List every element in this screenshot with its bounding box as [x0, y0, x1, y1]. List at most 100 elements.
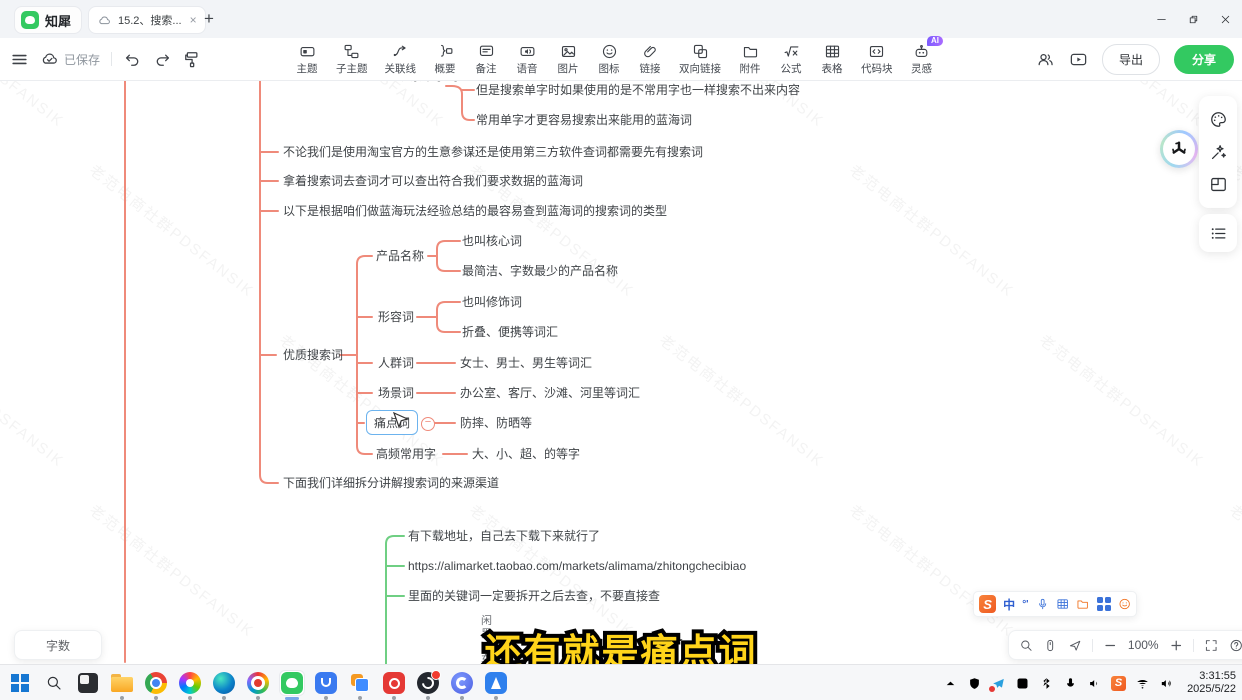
- node-need-search-words[interactable]: 不论我们是使用淘宝官方的生意参谋还是使用第三方软件查词都需要先有搜索词: [283, 144, 703, 160]
- node-single-char-warn[interactable]: 但是搜索单字时如果使用的是不常用字也一样搜索不出来内容: [476, 82, 800, 98]
- ime-language-toggle[interactable]: 中: [1003, 596, 1015, 613]
- node-high-freq[interactable]: 高频常用字: [376, 446, 436, 462]
- restore-button[interactable]: [1176, 0, 1210, 38]
- node-types-intro[interactable]: 以下是根据咱们做蓝海玩法经验总结的最容易查到蓝海词的搜索词的类型: [283, 203, 667, 219]
- tray-microphone-icon[interactable]: [1063, 676, 1078, 691]
- toolbar-item-attachment[interactable]: 附件: [738, 43, 762, 76]
- toolbar-item-inspiration[interactable]: AI灵感: [910, 43, 934, 76]
- node-high-freq-examples[interactable]: 大、小、超、的等字: [472, 446, 580, 462]
- node-crowd-examples[interactable]: 女士、男士、男生等词汇: [460, 355, 592, 371]
- taskbar-clock[interactable]: 3:31:55 2025/5/22: [1187, 670, 1236, 696]
- zoom-level[interactable]: 100%: [1128, 638, 1159, 652]
- node-product-name[interactable]: 产品名称: [376, 248, 424, 264]
- share-button[interactable]: 分享: [1174, 45, 1234, 74]
- magic-wand-icon[interactable]: [1209, 143, 1228, 162]
- undo-icon[interactable]: [123, 50, 142, 69]
- taskbar-app-c[interactable]: [450, 671, 474, 695]
- taskbar-zhixi-active[interactable]: [280, 671, 304, 695]
- canvas-search-icon[interactable]: [1019, 638, 1033, 653]
- zoom-out-icon[interactable]: [1103, 638, 1117, 653]
- node-shortest-name[interactable]: 最简洁、字数最少的产品名称: [462, 263, 618, 279]
- help-icon[interactable]: [1229, 638, 1242, 653]
- taskbar-edge[interactable]: [212, 671, 236, 695]
- taskbar-docs-app[interactable]: [348, 671, 372, 695]
- ai-assistant-button[interactable]: [1160, 130, 1198, 168]
- taskbar-browser-2[interactable]: [178, 671, 202, 695]
- toolbar-item-link[interactable]: 链接: [638, 43, 662, 76]
- node-download-addr[interactable]: 有下载地址，自己去下载下来就行了: [408, 528, 600, 544]
- brand-tab[interactable]: 知犀: [14, 6, 82, 34]
- ime-skin-icon[interactable]: [1076, 597, 1089, 611]
- menu-icon[interactable]: [10, 50, 29, 69]
- tray-audio-device-icon[interactable]: [1087, 676, 1102, 691]
- collapse-button[interactable]: −: [421, 417, 435, 431]
- theme-palette-icon[interactable]: [1209, 110, 1228, 129]
- minimize-button[interactable]: [1144, 0, 1178, 38]
- taskbar-file-explorer[interactable]: [110, 671, 134, 695]
- node-scene-examples[interactable]: 办公室、客厅、沙滩、河里等词汇: [460, 385, 640, 401]
- taskbar-obs[interactable]: [416, 671, 440, 695]
- taskbar-app-u[interactable]: [314, 671, 338, 695]
- ime-emoji-icon[interactable]: [1118, 597, 1131, 611]
- taskbar-search-button[interactable]: [42, 671, 66, 695]
- tray-sync-app-icon[interactable]: [1015, 676, 1030, 691]
- node-modifier-word[interactable]: 也叫修饰词: [462, 294, 522, 310]
- tray-bluetooth-icon[interactable]: [1039, 676, 1054, 691]
- ime-punctuation-toggle[interactable]: °': [1022, 599, 1028, 610]
- ime-keyboard-icon[interactable]: [1056, 597, 1069, 611]
- node-crowd-word[interactable]: 人群词: [378, 355, 414, 371]
- tray-telegram-icon[interactable]: [991, 676, 1006, 691]
- toolbar-item-voice[interactable]: 语音: [515, 43, 539, 76]
- taskbar-app-t[interactable]: [484, 671, 508, 695]
- layout-icon[interactable]: [1209, 175, 1228, 194]
- node-download-url[interactable]: https://alimarket.taobao.com/markets/ali…: [408, 558, 746, 574]
- node-split-keywords[interactable]: 里面的关键词一定要拆开之后去查，不要直接查: [408, 588, 660, 604]
- redo-icon[interactable]: [153, 50, 172, 69]
- mouse-mode-icon[interactable]: [1043, 638, 1057, 653]
- node-single-char-common[interactable]: 常用单字才更容易搜索出来能用的蓝海词: [476, 112, 692, 128]
- toolbar-item-code-block[interactable]: 代码块: [861, 43, 893, 76]
- node-scene-word[interactable]: 场景词: [378, 385, 414, 401]
- node-adjective[interactable]: 形容词: [378, 309, 414, 325]
- document-tab[interactable]: 15.2、搜索... ×: [88, 6, 206, 34]
- tray-sogou-icon[interactable]: S: [1111, 676, 1126, 691]
- toolbar-item-subtopic[interactable]: 子主题: [336, 43, 368, 76]
- node-quality-words[interactable]: 优质搜索词: [283, 347, 343, 363]
- collaborate-icon[interactable]: [1036, 50, 1055, 69]
- fullscreen-icon[interactable]: [1204, 638, 1218, 653]
- toolbar-item-bi-link[interactable]: 双向链接: [679, 43, 721, 76]
- toolbar-item-sticker[interactable]: 图标: [597, 43, 621, 76]
- taskbar-app-o[interactable]: [382, 671, 406, 695]
- format-painter-icon[interactable]: [183, 50, 202, 69]
- new-tab-button[interactable]: +: [198, 8, 220, 30]
- node-use-words-query[interactable]: 拿着搜索词去查词才可以查出符合我们要求数据的蓝海词: [283, 173, 583, 189]
- tray-volume-icon[interactable]: [1159, 676, 1174, 691]
- toolbar-item-topic[interactable]: 主题: [295, 43, 319, 76]
- node-source-intro[interactable]: 下面我们详细拆分讲解搜索词的来源渠道: [283, 475, 499, 491]
- word-count-pill[interactable]: 字数: [14, 630, 102, 660]
- start-button[interactable]: [8, 671, 32, 695]
- tray-expand-icon[interactable]: [943, 676, 958, 691]
- toolbar-item-relation-line[interactable]: 关联线: [385, 43, 417, 76]
- taskbar-chrome[interactable]: [144, 671, 168, 695]
- node-pain-examples[interactable]: 防摔、防晒等: [460, 415, 532, 431]
- node-core-word[interactable]: 也叫核心词: [462, 233, 522, 249]
- node-fold-portable[interactable]: 折叠、便携等词汇: [462, 324, 558, 340]
- locate-icon[interactable]: [1068, 638, 1082, 653]
- zoom-in-icon[interactable]: [1169, 638, 1183, 653]
- close-button[interactable]: [1208, 0, 1242, 38]
- toolbar-item-note[interactable]: 备注: [474, 43, 498, 76]
- sogou-logo-icon[interactable]: S: [979, 595, 996, 613]
- outline-icon[interactable]: [1209, 224, 1228, 243]
- tab-close-icon[interactable]: ×: [190, 13, 197, 27]
- tray-security-icon[interactable]: [967, 676, 982, 691]
- taskbar-snip-app[interactable]: [76, 671, 100, 695]
- toolbar-item-table[interactable]: 表格: [820, 43, 844, 76]
- toolbar-item-image[interactable]: 图片: [556, 43, 580, 76]
- tray-wifi-icon[interactable]: [1135, 676, 1150, 691]
- ime-mic-icon[interactable]: [1036, 597, 1049, 611]
- mindmap-canvas[interactable]: 老范电商社群PDSFANSIK老范电商社群PDSFANSIK老范电商社群PDSF…: [0, 80, 1242, 664]
- ime-toolbox-icon[interactable]: [1097, 597, 1111, 611]
- toolbar-item-formula[interactable]: 公式: [779, 43, 803, 76]
- toolbar-item-summary[interactable]: 概要: [433, 43, 457, 76]
